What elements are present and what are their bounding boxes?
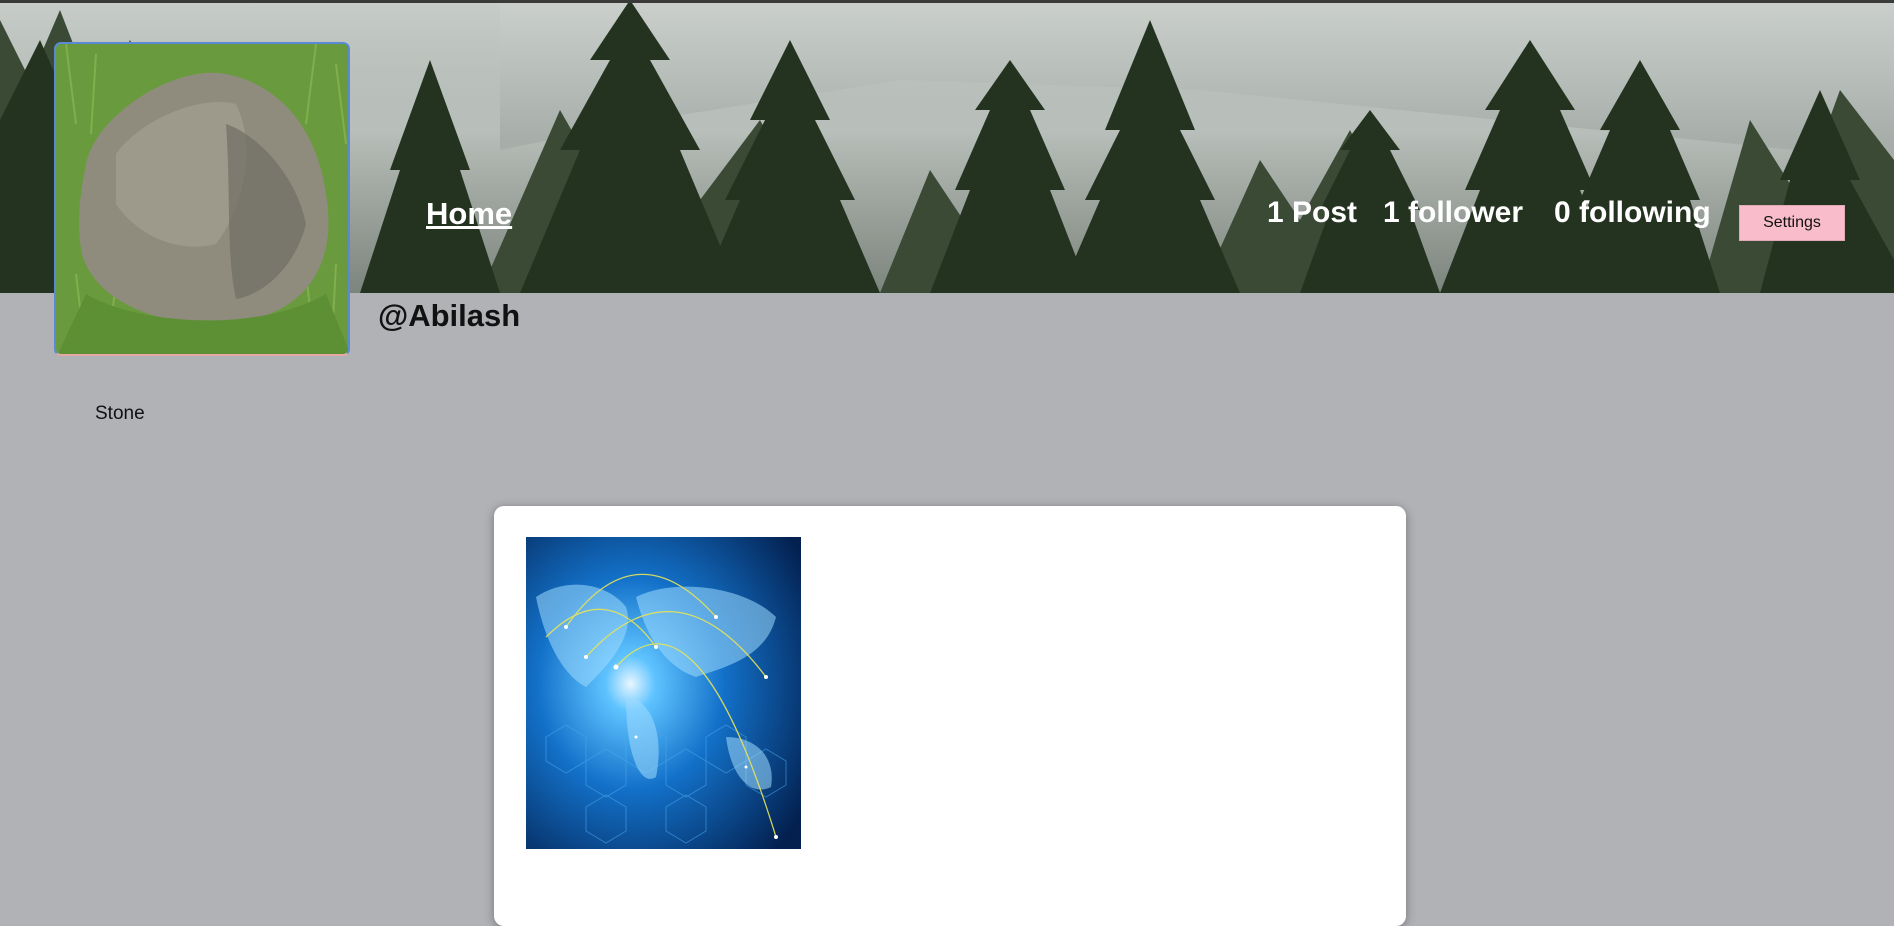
home-link[interactable]: Home <box>426 196 512 232</box>
settings-button[interactable]: Settings <box>1739 205 1845 241</box>
profile-bio: Stone <box>95 403 145 424</box>
post-image[interactable] <box>526 537 801 849</box>
followers-count[interactable]: 1 follower <box>1383 196 1523 230</box>
following-count[interactable]: 0 following <box>1554 196 1711 230</box>
top-border <box>0 0 1894 3</box>
post-card <box>494 506 1406 926</box>
boulder-avatar-image <box>56 44 348 354</box>
profile-username: @Abilash <box>378 298 521 333</box>
world-network-map-image <box>526 537 801 849</box>
posts-count[interactable]: 1 Post <box>1267 196 1357 230</box>
profile-avatar[interactable] <box>54 42 350 356</box>
